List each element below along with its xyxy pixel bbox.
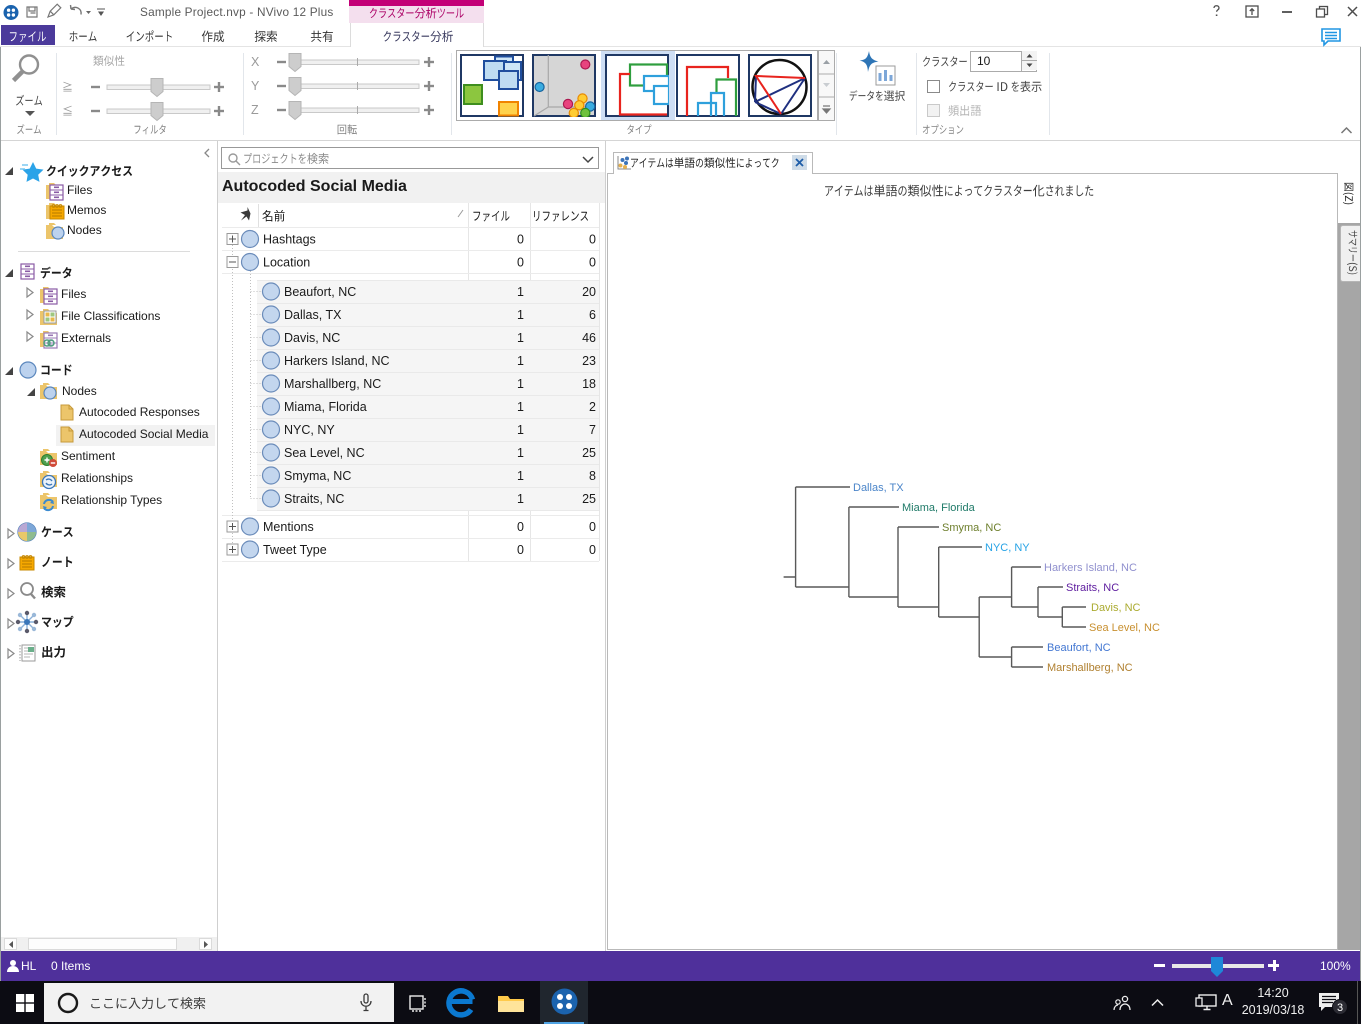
svg-text:NYC, NY: NYC, NY <box>284 423 335 437</box>
svg-text:25: 25 <box>582 492 596 506</box>
svg-text:1: 1 <box>517 354 524 368</box>
svg-text:Dallas, TX: Dallas, TX <box>284 308 342 322</box>
svg-text:Sea Level, NC: Sea Level, NC <box>284 446 365 460</box>
svg-text:1: 1 <box>517 423 524 437</box>
svg-text:Davis, NC: Davis, NC <box>1091 602 1141 614</box>
svg-text:3: 3 <box>1337 1002 1343 1014</box>
svg-text:2: 2 <box>589 400 596 414</box>
svg-text:Harkers Island, NC: Harkers Island, NC <box>284 354 390 368</box>
svg-text:Miama, Florida: Miama, Florida <box>902 502 976 514</box>
svg-text:0: 0 <box>589 233 596 247</box>
svg-text:1: 1 <box>517 285 524 299</box>
svg-text:Dallas, TX: Dallas, TX <box>853 482 904 494</box>
svg-text:1: 1 <box>517 400 524 414</box>
svg-text:Location: Location <box>263 256 310 270</box>
svg-text:46: 46 <box>582 331 596 345</box>
svg-text:Tweet Type: Tweet Type <box>263 543 327 557</box>
svg-text:Smyma, NC: Smyma, NC <box>284 469 351 483</box>
svg-text:1: 1 <box>517 492 524 506</box>
svg-text:Smyma, NC: Smyma, NC <box>942 522 1001 534</box>
svg-text:1: 1 <box>517 469 524 483</box>
svg-text:Straits, NC: Straits, NC <box>284 492 344 506</box>
svg-text:Marshallberg, NC: Marshallberg, NC <box>1047 662 1133 674</box>
svg-text:Straits, NC: Straits, NC <box>1066 582 1119 594</box>
svg-text:Harkers Island, NC: Harkers Island, NC <box>1044 562 1137 574</box>
svg-text:1: 1 <box>517 446 524 460</box>
svg-text:Marshallberg, NC: Marshallberg, NC <box>284 377 381 391</box>
svg-text:0: 0 <box>517 233 524 247</box>
svg-text:0: 0 <box>589 520 596 534</box>
svg-text:0: 0 <box>517 520 524 534</box>
svg-text:NYC, NY: NYC, NY <box>985 542 1030 554</box>
svg-text:Davis, NC: Davis, NC <box>284 331 340 345</box>
svg-text:X: X <box>251 55 260 69</box>
svg-text:Beaufort, NC: Beaufort, NC <box>1047 642 1111 654</box>
svg-text:Z: Z <box>251 103 259 117</box>
svg-text:0: 0 <box>589 543 596 557</box>
svg-text:25: 25 <box>582 446 596 460</box>
svg-text:0: 0 <box>589 256 596 270</box>
svg-text:7: 7 <box>589 423 596 437</box>
svg-text:Hashtags: Hashtags <box>263 233 316 247</box>
svg-text:Sea Level, NC: Sea Level, NC <box>1089 622 1160 634</box>
svg-text:Y: Y <box>251 79 260 93</box>
svg-text:8: 8 <box>589 469 596 483</box>
svg-text:1: 1 <box>517 377 524 391</box>
svg-text:0: 0 <box>517 256 524 270</box>
svg-text:0: 0 <box>517 543 524 557</box>
svg-text:18: 18 <box>582 377 596 391</box>
svg-text:Mentions: Mentions <box>263 520 314 534</box>
svg-text:1: 1 <box>517 308 524 322</box>
svg-text:23: 23 <box>582 354 596 368</box>
svg-text:6: 6 <box>589 308 596 322</box>
svg-text:20: 20 <box>582 285 596 299</box>
svg-text:1: 1 <box>517 331 524 345</box>
svg-text:Beaufort, NC: Beaufort, NC <box>284 285 356 299</box>
svg-text:Miama, Florida: Miama, Florida <box>284 400 367 414</box>
